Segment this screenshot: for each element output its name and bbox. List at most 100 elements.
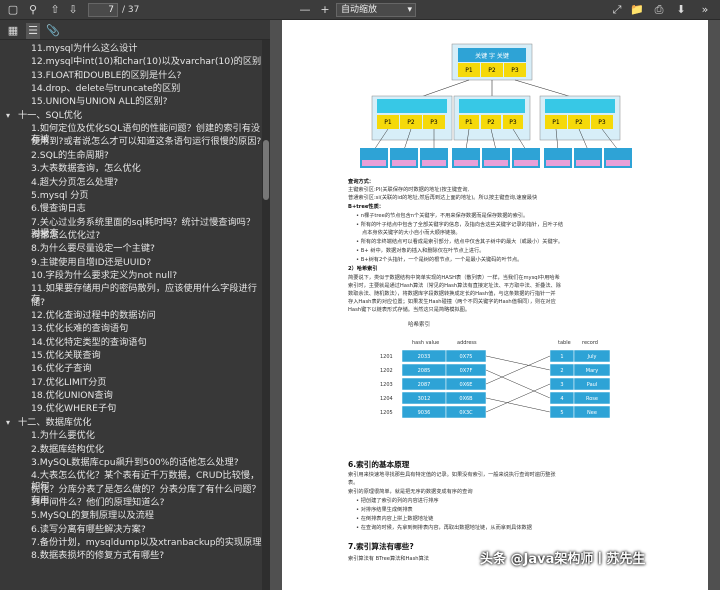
svg-text:P2: P2 — [575, 119, 583, 126]
outline-item-label: 8.为什么要尽量设定一个主键? — [31, 243, 155, 255]
outline-section-item[interactable]: ▾ 十二、数据库优化 — [0, 417, 262, 428]
btree-item-1-text: n棵子tree的节点包含n个关键字，不用来保存数据而是保存数据的索引。 — [360, 213, 529, 219]
outline-item[interactable]: 7.备份计划，mysqldump以及xtranbackup的实现原理 — [0, 537, 262, 548]
outline-item[interactable]: 17.优化LIMIT分页 — [0, 377, 262, 388]
sidebar-toggle-icon[interactable]: ▢ — [6, 2, 20, 18]
outline-item[interactable]: 12.优化查询过程中的数据访问 — [0, 310, 262, 321]
record-text: July — [587, 354, 597, 360]
outline-item[interactable]: 5.mysql 分页 — [0, 190, 262, 201]
outline-item-label: 十一、SQL优化 — [18, 109, 83, 121]
outline-item[interactable]: 10.字段为什么要求定义为not null? — [0, 270, 262, 281]
pdf-page: 关键 字 关键 P1 P2 P3 P1 P2 P3 P1 P2 P3 P1 P2… — [282, 20, 708, 590]
outline-item[interactable]: 4.超大分页怎么处理? — [0, 177, 262, 188]
record-col-header: record — [582, 340, 598, 346]
table-id-text: 2 — [560, 368, 563, 374]
outline-item[interactable]: 2.数据库结构优化 — [0, 444, 262, 455]
outline-item[interactable]: 19.优化WHERE子句 — [0, 403, 262, 414]
previous-page-icon[interactable]: ⇧ — [48, 2, 62, 18]
outline-item[interactable]: 到中间件么？他们的原理知道么? — [0, 497, 262, 508]
btree-item-4-text: B+ 树中，数据对象的插入和删除仅在叶节点上进行。 — [360, 248, 485, 254]
zoom-in-icon[interactable]: + — [318, 2, 332, 18]
attachments-view-icon[interactable]: 📎 — [46, 23, 60, 39]
svg-text:P3: P3 — [430, 119, 438, 126]
thumbnails-view-icon[interactable]: ▦ — [6, 23, 20, 39]
outline-item-label: 18.优化UNION查询 — [31, 390, 113, 402]
open-file-icon[interactable]: 📁 — [630, 2, 644, 18]
outline-item[interactable]: 13.FLOAT和DOUBLE的区别是什么? — [0, 70, 262, 81]
svg-text:P1: P1 — [552, 119, 560, 126]
document-outline: 11.mysql为什么这么设计 12.mysql中int(10)和char(10)… — [0, 40, 270, 590]
outline-item-label: 2.数据库结构优化 — [31, 443, 105, 455]
record-text: Rose — [586, 396, 598, 402]
outline-item[interactable]: 1.为什么要优化 — [0, 430, 262, 441]
outline-item[interactable]: 6.读写分离有哪些解决方案? — [0, 524, 262, 535]
btree-left-node: P1 P2 P3 — [371, 95, 453, 141]
sec6-item-1-text: 把创建了索引的列的内容进行排序 — [360, 498, 439, 504]
hash-value-text: 2085 — [418, 368, 431, 374]
outline-item-label: 12.mysql中int(10)和char(10)以及varchar(10)的区… — [31, 56, 262, 68]
document-viewer[interactable]: 关键 字 关键 P1 P2 P3 P1 P2 P3 P1 P2 P3 P1 P2… — [270, 20, 720, 590]
outline-item[interactable]: 询都怎么优化过? — [0, 230, 262, 241]
outline-section-item[interactable]: ▾ 十一、SQL优化 — [0, 110, 262, 121]
collapse-caret-icon[interactable]: ▾ — [6, 110, 18, 121]
outline-item-label: 10.字段为什么要求定义为not null? — [31, 269, 178, 281]
table-col-header: table — [558, 340, 571, 346]
next-page-icon[interactable]: ⇩ — [66, 2, 80, 18]
hash-rows: 1201 2033 0X75 1 July 1202 2085 0X7F 2 Mary 1203 20… — [380, 349, 611, 419]
svg-text:P2: P2 — [487, 119, 495, 126]
outline-item-label: 5.mysql 分页 — [31, 189, 89, 201]
page-number-input[interactable]: 7 — [88, 3, 118, 17]
sidebar-scroll-thumb[interactable] — [263, 140, 269, 200]
outline-item[interactable]: 8.数据表损坏的修复方式有哪些? — [0, 550, 262, 561]
zoom-select[interactable]: 自动缩放 ▾ — [336, 3, 416, 17]
outline-item[interactable]: 18.优化UNION查询 — [0, 390, 262, 401]
outline-item[interactable]: 8.为什么要尽量设定一个主键? — [0, 243, 262, 254]
btree-item-5: • B+树有2个头指针，一个是树的根节点，一个是最小关键码的叶节点。 — [356, 257, 523, 263]
outline-item[interactable]: 储? — [0, 297, 262, 308]
sidebar-scrollbar[interactable] — [262, 40, 270, 590]
outline-item[interactable]: 14.drop、delete与truncate的区别 — [0, 83, 262, 94]
outline-view-icon[interactable]: ☰ — [26, 23, 40, 39]
outline-item[interactable]: 16.优化子查询 — [0, 363, 262, 374]
record-text: Nee — [587, 410, 597, 416]
hash-line-1: 简要说下，类似于数据结构中简单实现的HASH表（散列表）一样，当我们在mysql… — [348, 275, 560, 281]
svg-text:P3: P3 — [511, 67, 519, 74]
print-icon[interactable]: ⎙ — [652, 2, 666, 18]
hash-value-text: 2033 — [418, 354, 431, 360]
outline-item[interactable]: 使用到?或者说怎么才可以知道这条语句运行很慢的原因? — [0, 136, 262, 147]
hash-line-3: 数取余法、随机数法），将数据库字段数据转换成定长的Hash值，与这条数据的行指针… — [348, 291, 556, 297]
outline-item-label: 19.优化WHERE子句 — [31, 403, 117, 415]
svg-text:P3: P3 — [509, 119, 517, 126]
collapse-caret-icon[interactable]: ▾ — [6, 417, 18, 428]
download-icon[interactable]: ⬇ — [674, 2, 688, 18]
search-icon[interactable]: ⚲ — [26, 2, 40, 18]
outline-item-label: 十二、数据库优化 — [18, 416, 92, 428]
outline-item[interactable]: 11.mysql为什么这么设计 — [0, 43, 262, 54]
outline-item-label: 11.mysql为什么这么设计 — [31, 43, 138, 54]
outline-item-label: 2.SQL的生命周期? — [31, 149, 109, 161]
hash-line-2: 索引时，主要就是通过Hash算法（常见的Hash算法有直接定址法、平方取中法、折… — [348, 283, 561, 289]
outline-item[interactable]: 3.大表数据查询，怎么优化 — [0, 163, 262, 174]
tools-menu-icon[interactable]: » — [698, 2, 712, 18]
outline-item[interactable]: 13.优化长难的查询语句 — [0, 323, 262, 334]
outline-item-label: 6.读写分离有哪些解决方案? — [31, 523, 146, 535]
outline-item[interactable]: 15.UNION与UNION ALL的区别? — [0, 96, 262, 107]
outline-item[interactable]: 3.MySQL数据库cpu飙升到500%的话他怎么处理? — [0, 457, 262, 468]
hash-key-label: 1205 — [380, 410, 393, 416]
outline-item-label: 8.数据表损坏的修复方式有哪些? — [31, 550, 165, 562]
outline-item[interactable]: 12.mysql中int(10)和char(10)以及varchar(10)的区… — [0, 56, 262, 67]
outline-item[interactable]: 15.优化关联查询 — [0, 350, 262, 361]
btree-item-3-text: 所有的非终端结点可以看成是索引部分，结点中仅含其子树中的最大（或最小）关键字。 — [360, 239, 564, 245]
outline-item[interactable]: 6.慢查询日志 — [0, 203, 262, 214]
query-method-label: 查询方式： — [348, 179, 374, 185]
outline-item[interactable]: 2.SQL的生命周期? — [0, 150, 262, 161]
outline-item-label: 13.优化长难的查询语句 — [31, 323, 129, 335]
section-6-title: 6.索引的基本原理 — [348, 460, 410, 469]
zoom-out-icon[interactable]: — — [298, 2, 312, 18]
outline-item-label: 4.超大分页怎么处理? — [31, 176, 119, 188]
outline-item[interactable]: 5.MySQL的复制原理以及流程 — [0, 510, 262, 521]
presentation-icon[interactable]: ⤢ — [610, 2, 624, 18]
outline-item[interactable]: 14.优化特定类型的查询语句 — [0, 337, 262, 348]
outline-item[interactable]: 9.主键使用自增ID还是UUID? — [0, 257, 262, 268]
address-text: 0X6B — [459, 396, 473, 402]
